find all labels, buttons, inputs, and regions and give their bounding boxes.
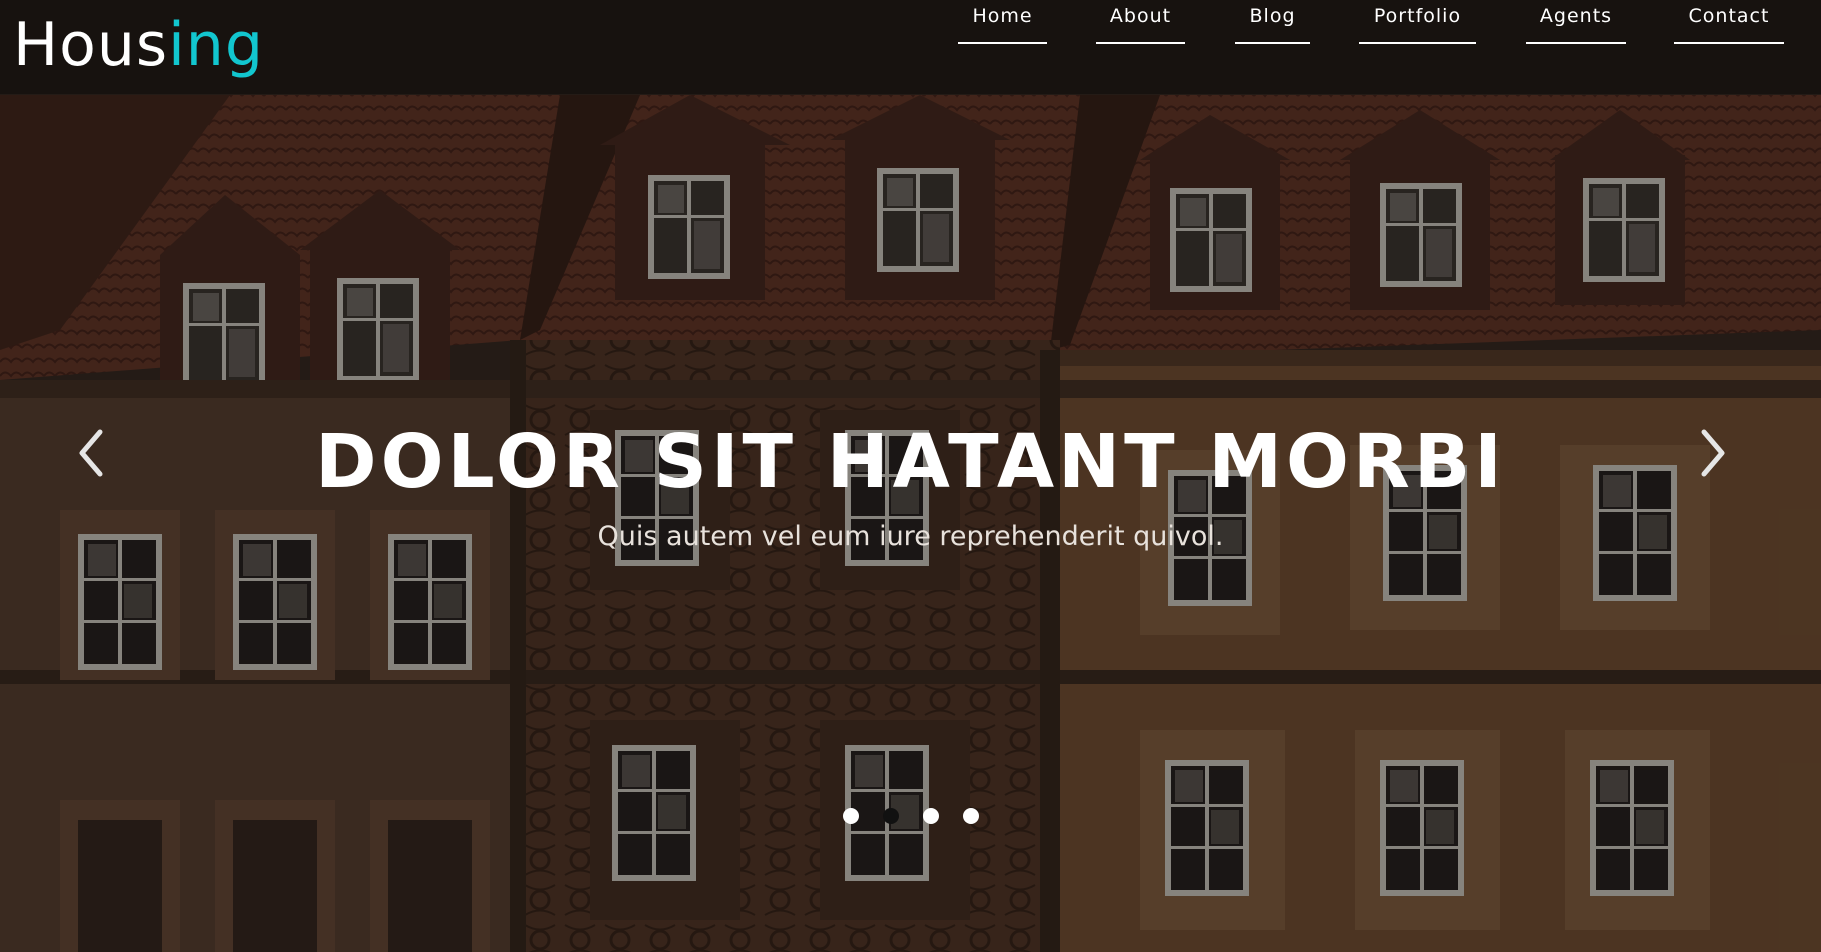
carousel-dot-1[interactable] xyxy=(842,808,859,824)
nav-item-about[interactable]: About xyxy=(1096,0,1185,44)
carousel-indicators xyxy=(0,808,1821,824)
slide-subtitle: Quis autem vel eum iure reprehenderit qu… xyxy=(597,521,1224,552)
nav-item-agents[interactable]: Agents xyxy=(1526,0,1626,44)
carousel-dot-2[interactable] xyxy=(882,808,899,824)
nav-item-blog[interactable]: Blog xyxy=(1235,0,1310,44)
nav-item-portfolio[interactable]: Portfolio xyxy=(1359,0,1476,44)
brand-name-accent: ing xyxy=(168,10,264,80)
slide-caption: DOLOR SIT HATANT MORBI Quis autem vel eu… xyxy=(0,415,1821,555)
carousel-prev-button[interactable] xyxy=(72,428,112,478)
carousel-next-button[interactable] xyxy=(1692,428,1732,478)
carousel-dot-4[interactable] xyxy=(962,808,979,824)
chevron-right-icon xyxy=(1701,429,1725,477)
chevron-left-icon xyxy=(79,429,103,477)
nav-item-home[interactable]: Home xyxy=(958,0,1047,44)
hero-carousel: Housing Home About Blog Portfolio Agents… xyxy=(0,0,1821,952)
slide-title: DOLOR SIT HATANT MORBI xyxy=(315,419,1506,505)
top-navbar: Housing Home About Blog Portfolio Agents… xyxy=(0,0,1821,94)
brand-logo[interactable]: Housing xyxy=(13,8,264,82)
carousel-dot-3[interactable] xyxy=(922,808,939,824)
nav-item-contact[interactable]: Contact xyxy=(1674,0,1784,44)
brand-name-primary: Hous xyxy=(13,10,169,80)
